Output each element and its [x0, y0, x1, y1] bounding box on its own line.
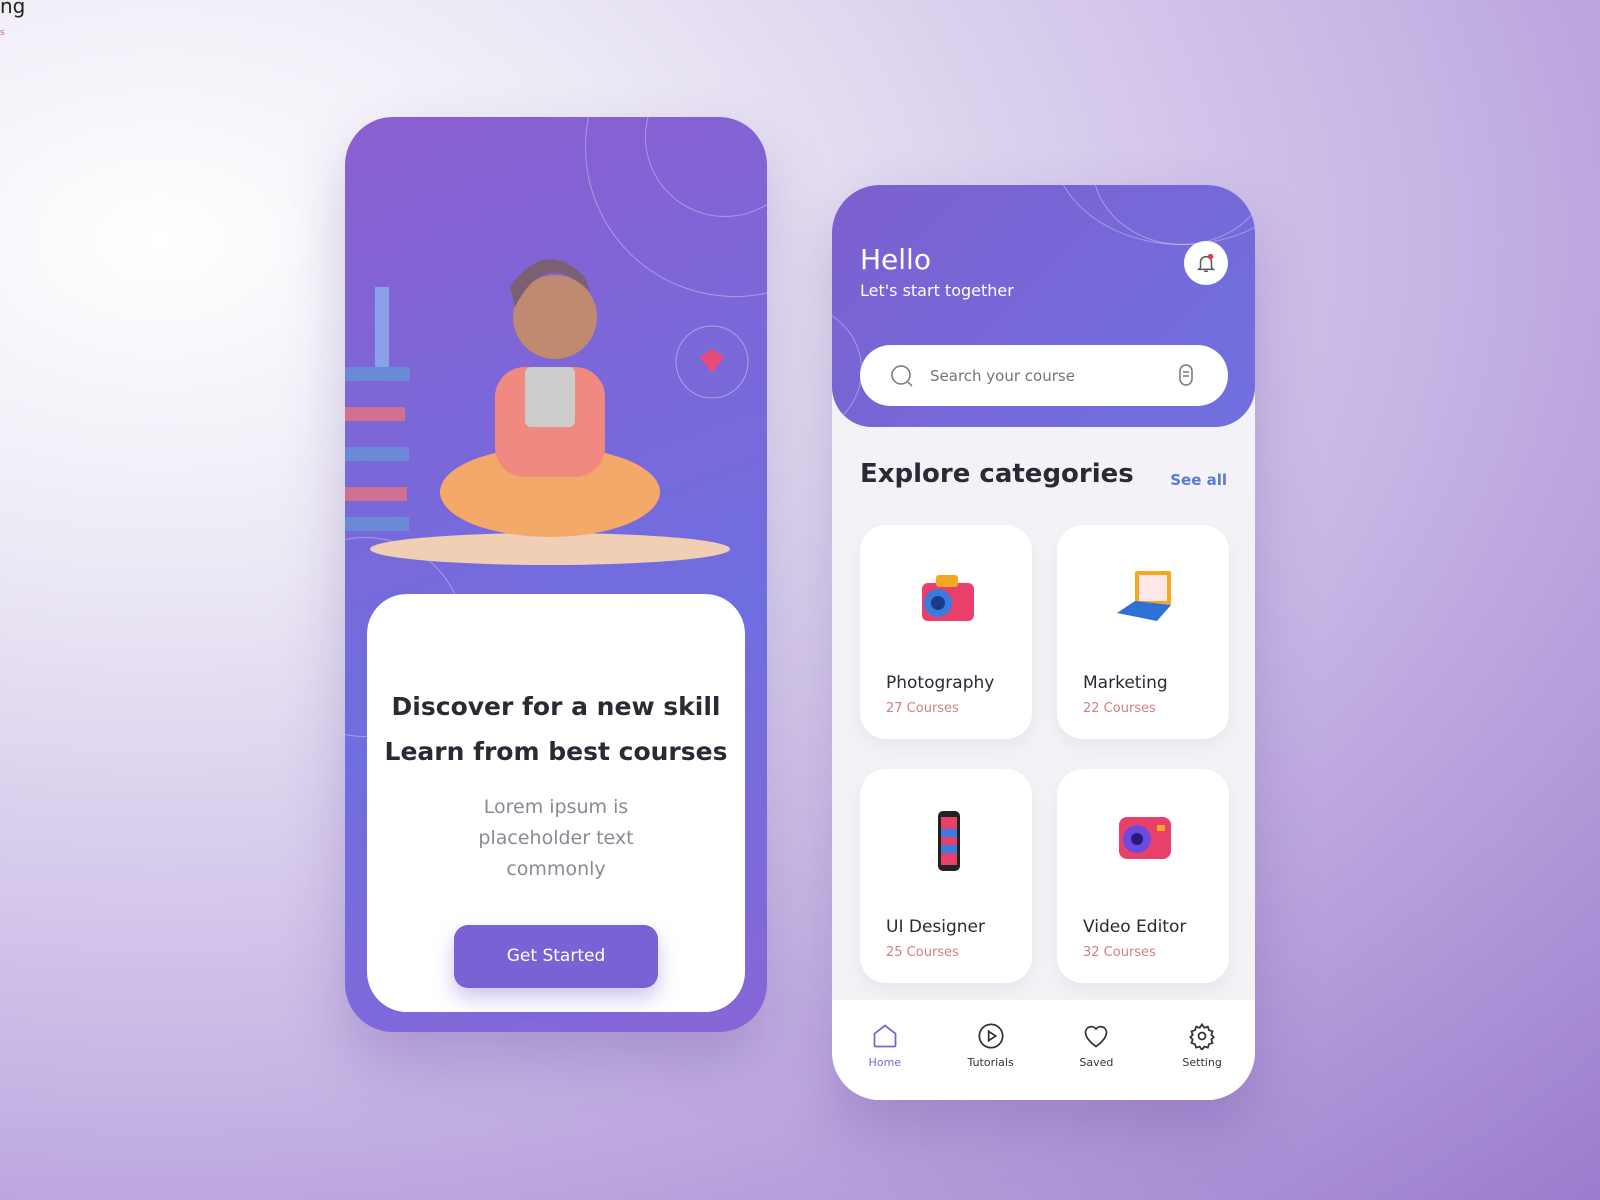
- background-partial-sub: s: [0, 28, 5, 38]
- nav-label: Home: [868, 1056, 902, 1069]
- greeting: Hello: [860, 243, 931, 276]
- category-card-photography[interactable]: Photography 27 Courses: [860, 525, 1032, 739]
- category-card-ui-designer[interactable]: UI Designer 25 Courses: [860, 769, 1032, 983]
- play-icon: [978, 1023, 1004, 1049]
- home-screen: Hello Let's start together Explore categ…: [832, 185, 1255, 1100]
- search-icon: [891, 364, 913, 387]
- nav-home[interactable]: Home: [845, 1022, 925, 1100]
- category-card-video-editor[interactable]: Video Editor 32 Courses: [1057, 769, 1229, 983]
- category-name: Photography: [886, 673, 995, 693]
- video-camera-icon: [1119, 817, 1171, 859]
- greeting-subtitle: Let's start together: [860, 281, 1014, 300]
- onboarding-screen: Discover for a new skill Learn from best …: [345, 117, 767, 1032]
- nav-setting[interactable]: Setting: [1162, 1022, 1242, 1100]
- camera-icon: [922, 575, 974, 621]
- category-card-marketing[interactable]: Marketing 22 Courses: [1057, 525, 1229, 739]
- onboarding-card: Discover for a new skill Learn from best …: [367, 594, 745, 1012]
- headline-line-1: Discover for a new skill: [391, 692, 721, 721]
- search-bar: [860, 345, 1228, 406]
- background-partial-title: ng: [0, 0, 26, 18]
- search-input[interactable]: [930, 366, 1174, 385]
- notification-button[interactable]: [1184, 241, 1228, 285]
- get-started-button[interactable]: Get Started: [454, 925, 658, 988]
- phone-icon: [938, 811, 960, 871]
- bell-icon: [1196, 253, 1216, 272]
- category-name: Marketing: [1083, 673, 1168, 693]
- bottom-nav: Home Tutorials Saved Setting: [832, 1000, 1255, 1100]
- student-illustration: [345, 259, 749, 565]
- category-count: 27 Courses: [886, 701, 959, 716]
- headline-line-2: Learn from best courses: [384, 737, 728, 766]
- category-count: 22 Courses: [1083, 701, 1156, 716]
- nav-label: Tutorials: [967, 1056, 1014, 1069]
- section-title: Explore categories: [860, 459, 1134, 489]
- microphone-icon[interactable]: [1174, 363, 1198, 389]
- laptop-icon: [1117, 571, 1171, 621]
- onboarding-description: Lorem ipsum is placeholder text commonly: [478, 796, 634, 880]
- category-name: Video Editor: [1083, 917, 1187, 937]
- nav-label: Saved: [1079, 1056, 1114, 1069]
- home-icon: [873, 1024, 897, 1048]
- category-name: UI Designer: [886, 917, 986, 937]
- category-count: 25 Courses: [886, 945, 959, 960]
- heart-icon: [1084, 1025, 1108, 1048]
- see-all-link[interactable]: See all: [1170, 471, 1227, 489]
- gear-icon: [1189, 1022, 1216, 1050]
- nav-tutorials[interactable]: Tutorials: [951, 1022, 1031, 1100]
- nav-label: Setting: [1182, 1056, 1222, 1069]
- nav-saved[interactable]: Saved: [1056, 1022, 1136, 1100]
- home-header: Hello Let's start together: [832, 185, 1255, 427]
- category-count: 32 Courses: [1083, 945, 1156, 960]
